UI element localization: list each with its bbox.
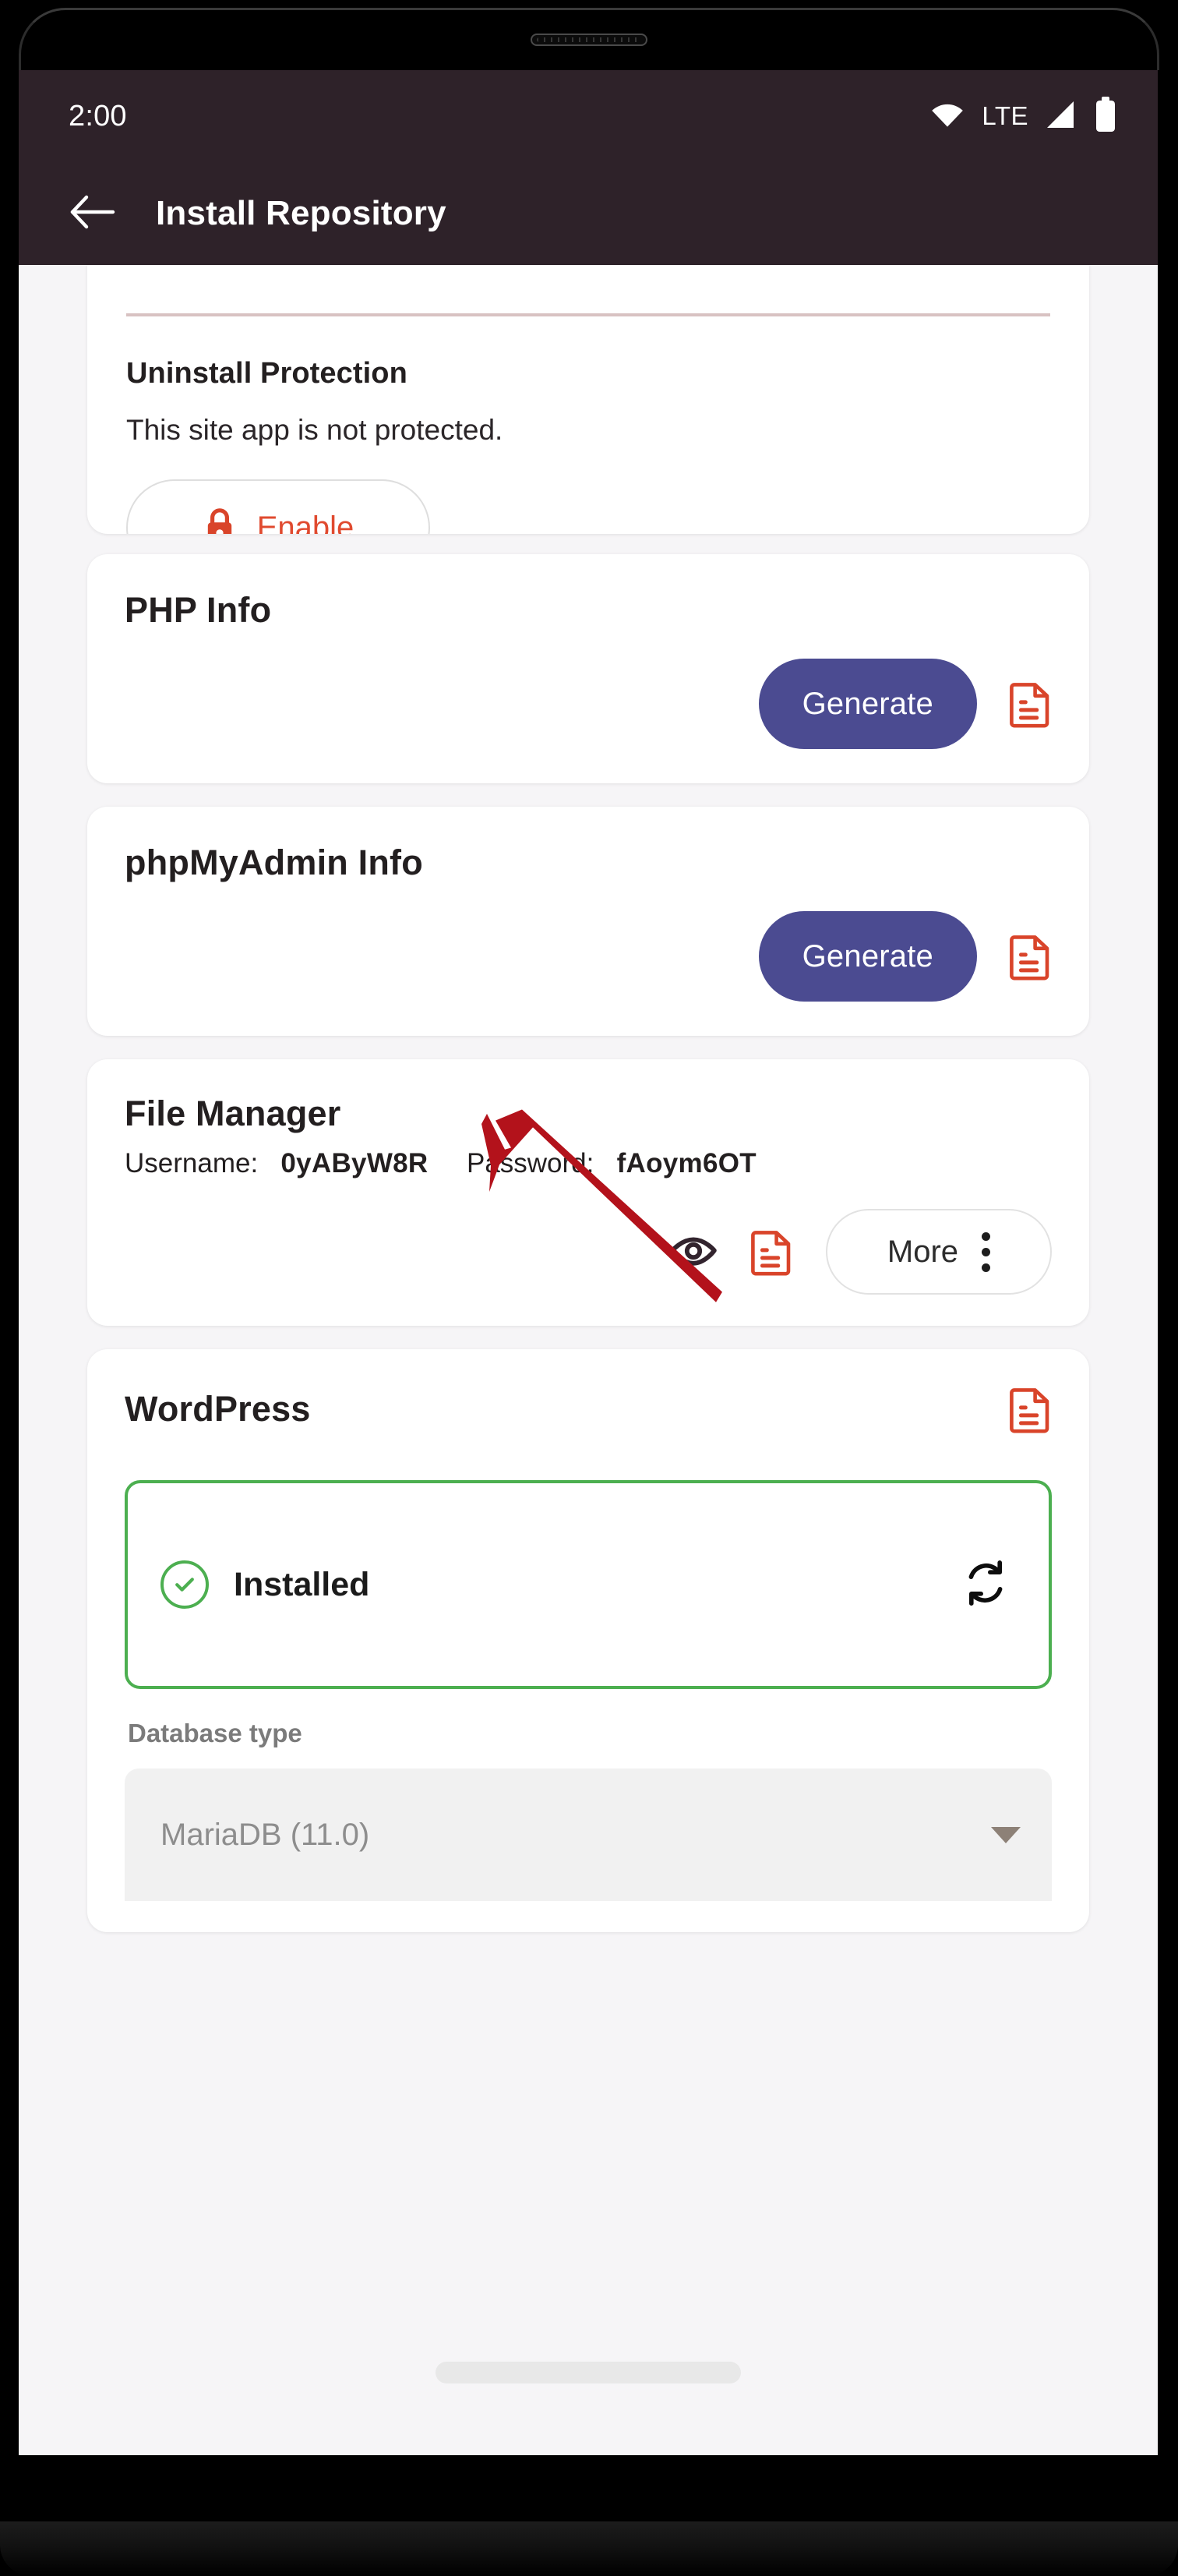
database-type-label: Database type: [128, 1719, 302, 1747]
file-manager-more-button[interactable]: More: [826, 1209, 1052, 1295]
document-icon[interactable]: [1010, 1385, 1052, 1433]
database-type-select[interactable]: MariaDB (11.0): [125, 1769, 1052, 1901]
enable-button-label: Enable: [256, 510, 354, 535]
status-bar: 2:00 LTE: [19, 70, 1158, 162]
wordpress-header: WordPress: [125, 1385, 1052, 1433]
status-bar-clock: 2:00: [69, 99, 127, 133]
app-bar: Install Repository: [19, 162, 1158, 265]
more-button-label: More: [887, 1234, 959, 1269]
phpmyadmin-info-title: phpMyAdmin Info: [125, 843, 423, 882]
caret-down-icon: [991, 1826, 1021, 1843]
php-info-actions: Generate: [125, 659, 1052, 749]
device-top-bezel: [19, 8, 1159, 70]
document-icon[interactable]: [1010, 680, 1052, 728]
username-label: Username:: [125, 1148, 259, 1178]
status-bar-icons: LTE: [930, 96, 1117, 136]
three-dots-vertical-icon: [982, 1231, 991, 1272]
wifi-icon: [930, 101, 965, 132]
arrow-left-icon: [69, 194, 116, 234]
battery-icon: [1094, 96, 1117, 136]
card-file-manager: File Manager Username: 0yAByW8R Password…: [87, 1059, 1089, 1326]
card-php-info: PHP Info Generate: [87, 554, 1089, 783]
wordpress-title: WordPress: [125, 1389, 311, 1429]
enable-protection-button[interactable]: Enable: [126, 479, 430, 534]
phone-screen: 2:00 LTE Install Repository Uninstall Pr…: [19, 70, 1158, 2455]
uninstall-protection-description: This site app is not protected.: [126, 414, 503, 446]
password-label: Password:: [466, 1148, 594, 1178]
file-manager-credentials: Username: 0yAByW8R Password: fAoym6OT: [125, 1148, 1052, 1179]
refresh-icon[interactable]: [960, 1557, 1011, 1613]
phpmyadmin-info-actions: Generate: [125, 911, 1052, 1002]
password-value: fAoym6OT: [616, 1148, 757, 1178]
wordpress-status-box: Installed: [125, 1480, 1052, 1689]
wordpress-status-label: Installed: [234, 1565, 370, 1603]
uninstall-protection-title: Uninstall Protection: [126, 357, 407, 390]
scroll-content[interactable]: Uninstall Protection This site app is no…: [19, 265, 1158, 2455]
card-phpmyadmin-info: phpMyAdmin Info Generate: [87, 807, 1089, 1036]
page-title: Install Repository: [156, 194, 446, 232]
phpmyadmin-info-generate-button[interactable]: Generate: [758, 911, 977, 1002]
phone-device-frame: 2:00 LTE Install Repository Uninstall Pr…: [0, 0, 1178, 2576]
home-indicator: [436, 2362, 741, 2383]
card-divider: [126, 313, 1050, 316]
earpiece-speaker: [531, 34, 647, 46]
card-uninstall-protection: Uninstall Protection This site app is no…: [87, 265, 1089, 534]
file-manager-title: File Manager: [125, 1094, 341, 1133]
signal-icon: [1046, 101, 1077, 133]
document-icon[interactable]: [751, 1228, 793, 1276]
php-info-generate-button[interactable]: Generate: [758, 659, 977, 749]
php-info-title: PHP Info: [125, 590, 272, 630]
document-icon[interactable]: [1010, 932, 1052, 981]
username-value: 0yAByW8R: [280, 1148, 429, 1178]
card-wordpress: WordPress Installed Database type MariaD…: [87, 1349, 1089, 1932]
back-button[interactable]: [67, 188, 118, 239]
file-manager-actions: More: [125, 1209, 1052, 1295]
device-bottom-bezel: [0, 2521, 1178, 2576]
database-type-value: MariaDB (11.0): [160, 1817, 370, 1852]
check-circle-icon: [160, 1560, 209, 1609]
lock-icon: [203, 506, 237, 534]
eye-icon[interactable]: [668, 1233, 718, 1270]
network-type-label: LTE: [982, 101, 1028, 130]
